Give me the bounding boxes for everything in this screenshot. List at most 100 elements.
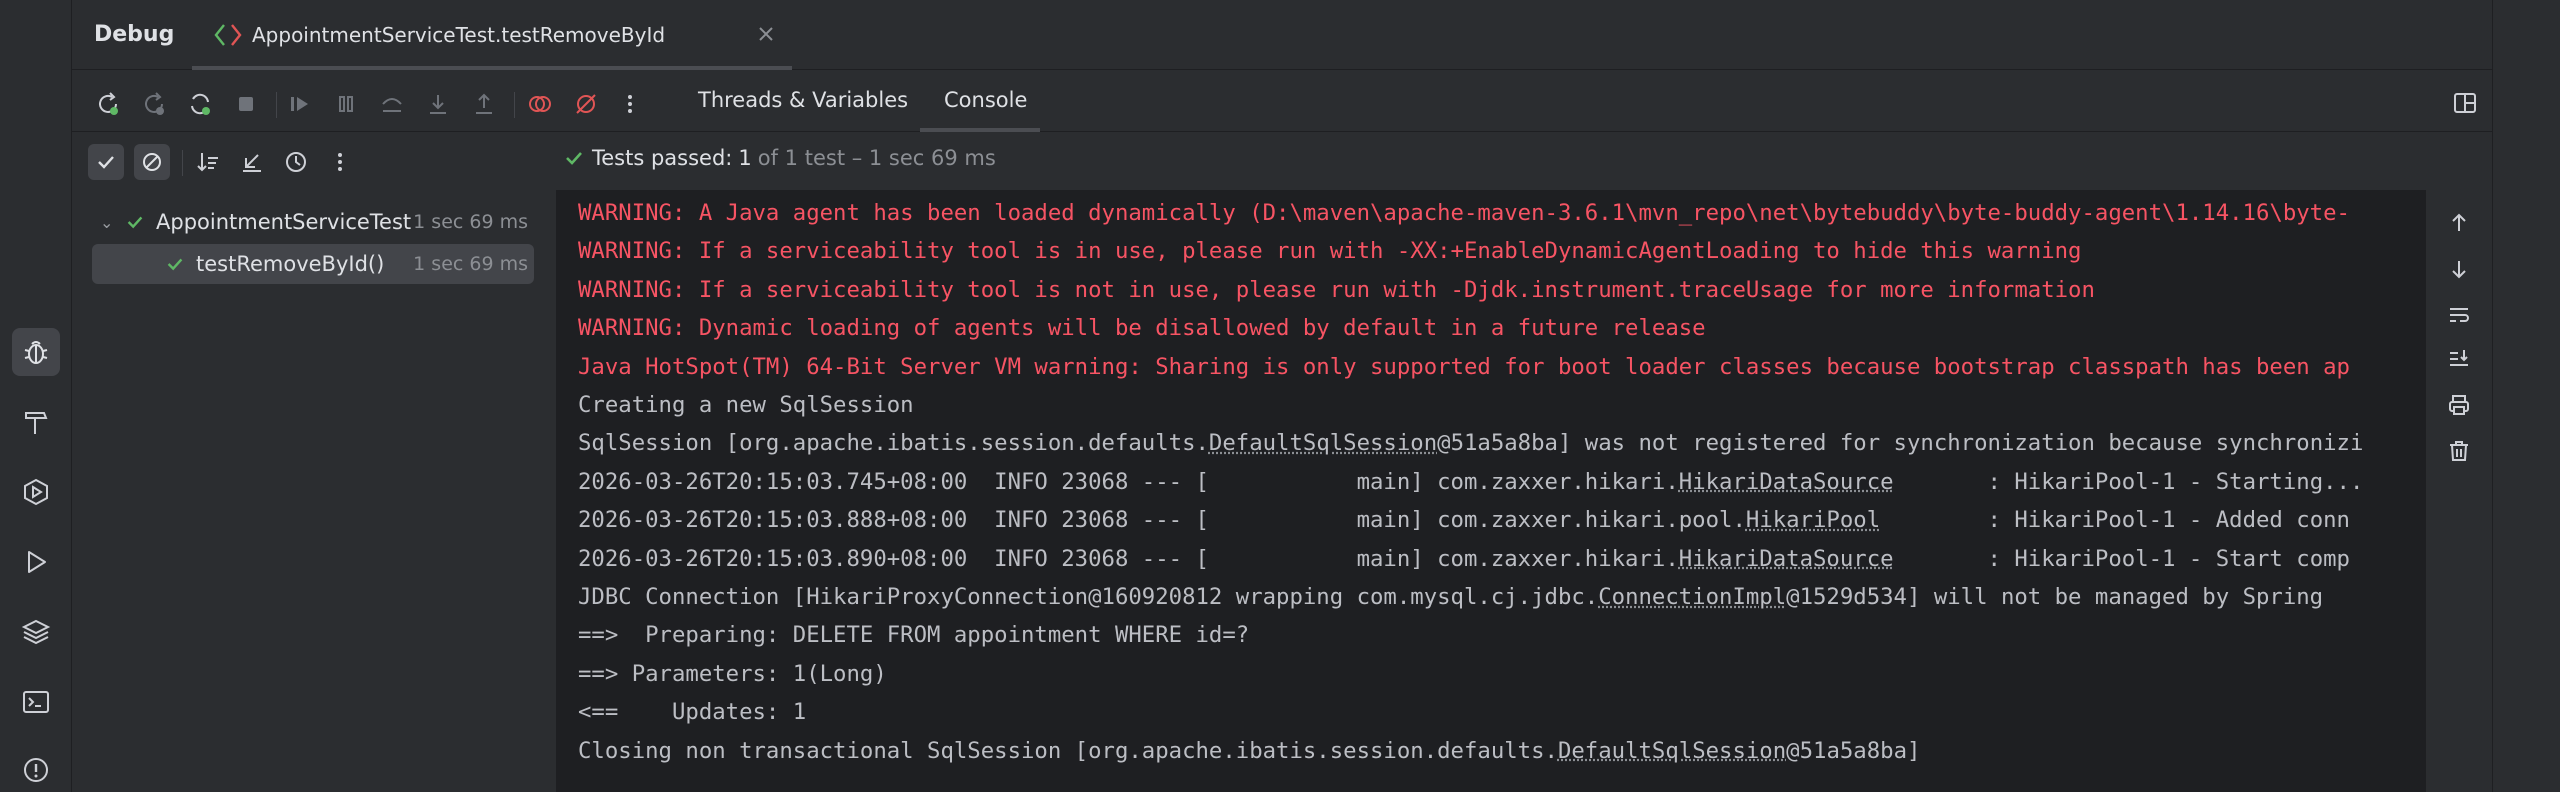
console-line-suffix: @51a5a8ba] was not registered for synchr… <box>1437 430 2363 456</box>
test-history-button[interactable] <box>278 144 314 180</box>
console-line: <== Updates: 1 <box>578 693 806 731</box>
console-line: SqlSession [org.apache.ibatis.session.de… <box>578 424 2363 462</box>
step-over-button[interactable] <box>374 86 410 122</box>
show-passed-icon <box>92 148 120 176</box>
console-line-prefix: SqlSession [org.apache.ibatis.session.de… <box>578 430 1209 456</box>
console-line-suffix: @51a5a8ba] <box>1786 738 1920 764</box>
layers-tool-button[interactable] <box>12 608 60 656</box>
check-icon <box>124 211 146 233</box>
layers-icon <box>20 616 52 648</box>
terminal-tool-button[interactable] <box>12 678 60 726</box>
more-actions-button[interactable] <box>612 86 648 122</box>
show-ignored-toggle[interactable] <box>134 144 170 180</box>
console-class-link[interactable]: HikariDataSource <box>1679 469 1894 495</box>
problems-icon <box>20 754 52 786</box>
more-icon <box>326 148 354 176</box>
build-tool-button[interactable] <box>12 398 60 446</box>
step-over-icon <box>378 90 406 118</box>
panel-title: Debug <box>94 22 174 47</box>
console-line: WARNING: Dynamic loading of agents will … <box>578 309 1706 347</box>
console-line: Java HotSpot(TM) 64-Bit Server VM warnin… <box>578 348 2350 386</box>
view-breakpoints-icon <box>526 90 554 118</box>
pause-button[interactable] <box>328 86 364 122</box>
console-class-link[interactable]: HikariPool <box>1746 507 1880 533</box>
mute-breakpoints-button[interactable] <box>568 86 604 122</box>
console-line: Creating a new SqlSession <box>578 386 914 424</box>
console-class-link[interactable]: DefaultSqlSession <box>1558 738 1786 764</box>
scroll-to-end-icon <box>2446 346 2472 372</box>
layout-icon <box>2452 90 2478 116</box>
rerun-icon <box>94 90 122 118</box>
stop-icon <box>232 90 260 118</box>
tree-item-test-class[interactable]: ⌄ AppointmentServiceTest 1 sec 69 ms <box>92 202 534 242</box>
console-line-suffix: : HikariPool-1 - Start comp <box>1894 546 2350 572</box>
console-side-toolbar <box>2426 190 2492 792</box>
tab-console[interactable]: Console <box>944 88 1027 112</box>
view-breakpoints-button[interactable] <box>522 86 558 122</box>
session-tab[interactable]: AppointmentServiceTest.testRemoveById <box>192 0 792 70</box>
print-icon <box>2446 392 2472 418</box>
step-out-button[interactable] <box>466 86 502 122</box>
console-line: Closing non transactional SqlSession [or… <box>578 732 1920 770</box>
rerun-failed-button[interactable] <box>136 86 172 122</box>
test-tree: ⌄ AppointmentServiceTest 1 sec 69 ms tes… <box>72 196 552 792</box>
debug-panel: Debug AppointmentServiceTest.testRemoveB… <box>72 0 2492 792</box>
problems-tool-button[interactable] <box>12 746 60 792</box>
panel-header: Debug AppointmentServiceTest.testRemoveB… <box>72 0 2492 70</box>
pause-icon <box>332 90 360 118</box>
console-class-link[interactable]: HikariDataSource <box>1679 546 1894 572</box>
tests-summary: of 1 test – 1 sec 69 ms <box>758 146 996 170</box>
tree-item-test-method[interactable]: testRemoveById() 1 sec 69 ms <box>92 244 534 284</box>
test-runner-toolbar <box>72 134 552 190</box>
rerun-session-button[interactable] <box>182 86 218 122</box>
run-tool-button[interactable] <box>12 538 60 586</box>
tests-passed-label: Tests passed: <box>592 146 732 170</box>
sort-button[interactable] <box>190 144 226 180</box>
soft-wrap-button[interactable] <box>2442 298 2476 332</box>
chevron-down-icon[interactable]: ⌄ <box>100 213 122 232</box>
scroll-up-button[interactable] <box>2442 206 2476 240</box>
scroll-down-button[interactable] <box>2442 252 2476 286</box>
clear-all-button[interactable] <box>2442 434 2476 468</box>
console-line-prefix: JDBC Connection [HikariProxyConnection@1… <box>578 584 1598 610</box>
more-icon <box>616 90 644 118</box>
debug-tool-button[interactable] <box>12 328 60 376</box>
console-line-prefix: 2026-03-26T20:15:03.890+08:00 INFO 23068… <box>578 546 1679 572</box>
run-icon <box>20 546 52 578</box>
scroll-down-icon <box>2446 256 2472 282</box>
left-tool-strip <box>0 0 72 792</box>
console-line-suffix: @1529d534] will not be managed by Spring <box>1786 584 2323 610</box>
test-more-button[interactable] <box>322 144 358 180</box>
show-passed-toggle[interactable] <box>88 144 124 180</box>
collapse-icon <box>238 148 266 176</box>
history-icon <box>282 148 310 176</box>
rerun-button[interactable] <box>90 86 126 122</box>
check-icon <box>164 253 186 275</box>
console-output[interactable]: WARNING: A Java agent has been loaded dy… <box>556 190 2426 792</box>
services-icon <box>20 476 52 508</box>
console-line-suffix: : HikariPool-1 - Added conn <box>1880 507 2350 533</box>
console-class-link[interactable]: ConnectionImpl <box>1598 584 1786 610</box>
collapse-button[interactable] <box>234 144 270 180</box>
resume-button[interactable] <box>282 86 318 122</box>
test-method-duration: 1 sec 69 ms <box>413 253 528 275</box>
close-icon[interactable] <box>754 22 778 46</box>
show-ignored-icon <box>138 148 166 176</box>
console-class-link[interactable]: DefaultSqlSession <box>1209 430 1437 456</box>
tests-passed-count: 1 <box>738 146 751 170</box>
tab-threads-variables[interactable]: Threads & Variables <box>698 88 908 112</box>
session-tab-underline <box>192 66 792 70</box>
step-into-button[interactable] <box>420 86 456 122</box>
test-class-duration: 1 sec 69 ms <box>413 211 528 233</box>
console-line-suffix: : HikariPool-1 - Starting... <box>1894 469 2364 495</box>
stop-button[interactable] <box>228 86 264 122</box>
test-method-label: testRemoveById() <box>196 252 384 276</box>
scroll-to-end-button[interactable] <box>2442 342 2476 376</box>
print-button[interactable] <box>2442 388 2476 422</box>
console-line: 2026-03-26T20:15:03.745+08:00 INFO 23068… <box>578 463 2363 501</box>
layout-settings-button[interactable] <box>2448 86 2482 120</box>
session-tab-label: AppointmentServiceTest.testRemoveById <box>252 23 665 47</box>
rerun-failed-icon <box>140 90 168 118</box>
terminal-icon <box>20 686 52 718</box>
services-tool-button[interactable] <box>12 468 60 516</box>
